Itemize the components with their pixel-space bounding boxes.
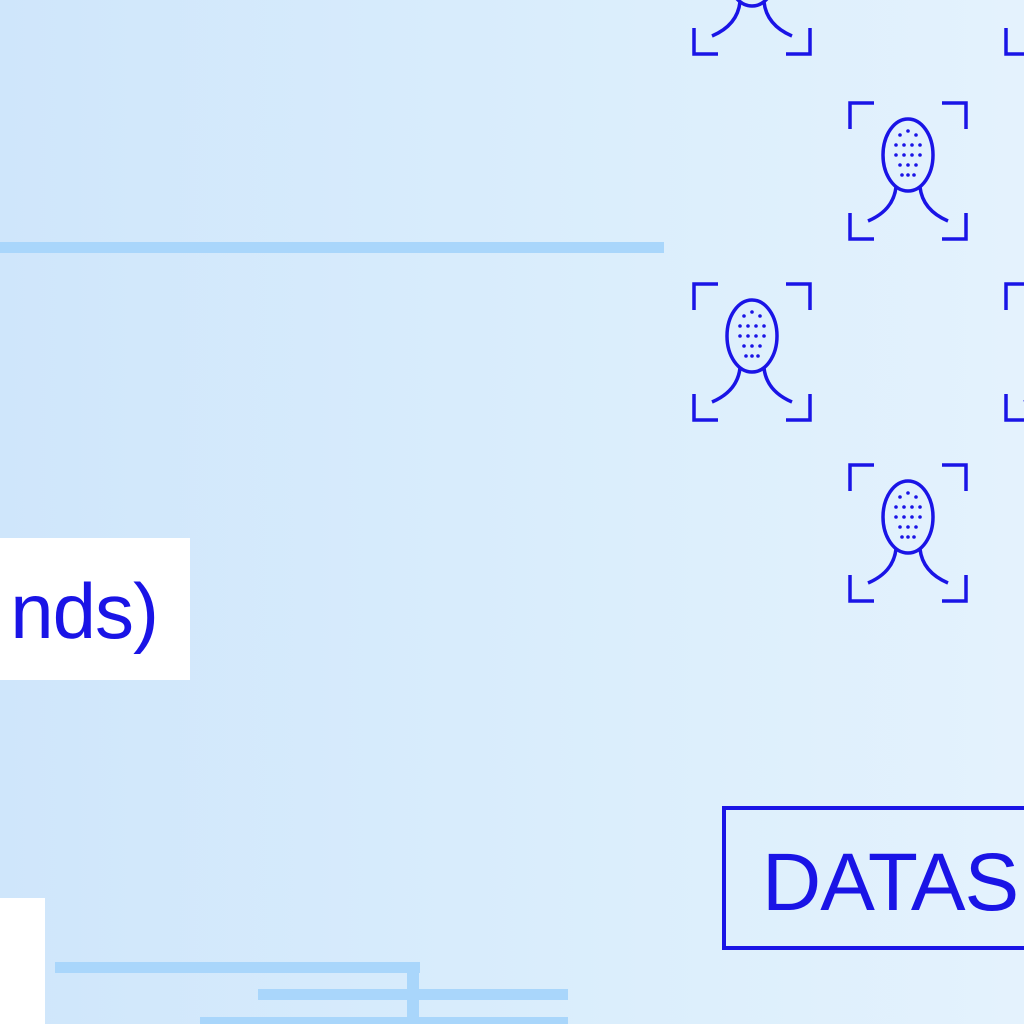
seconds-label-box: nds) [0, 538, 190, 680]
dataset-label-text: DATAS [762, 837, 1019, 928]
white-panel-bottom-left [0, 898, 45, 1024]
connector-line-top [0, 242, 664, 253]
diagram-canvas: nds) DATAS [0, 0, 1024, 1024]
face-scan-icon [1002, 280, 1024, 424]
face-scan-icon [846, 461, 970, 605]
face-scan-icon [846, 99, 970, 243]
face-scan-icon [690, 280, 814, 424]
seconds-label-text: nds) [10, 567, 159, 655]
face-scan-icon [1002, 0, 1024, 58]
dataset-label-box: DATAS [722, 806, 1024, 950]
connector-line-bottom-2 [258, 989, 568, 1000]
connector-line-bottom-1 [55, 962, 420, 973]
connector-line-bottom-3 [200, 1017, 568, 1024]
face-scan-icon [690, 0, 814, 58]
